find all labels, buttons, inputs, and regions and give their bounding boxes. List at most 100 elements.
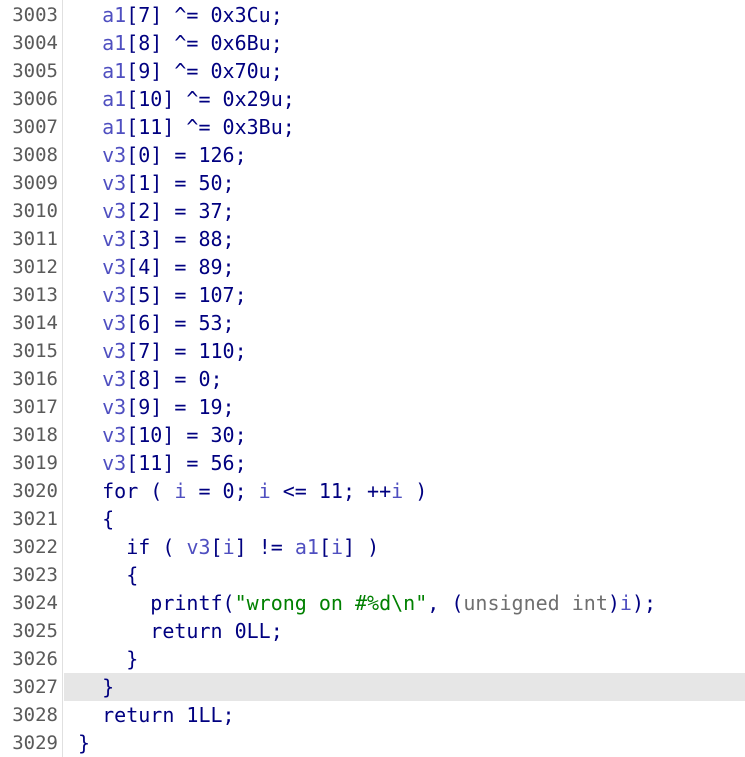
code-token: v3 [102,451,127,475]
code-line[interactable]: 3008 v3[0] = 126; [0,141,745,169]
code-token: [9] ^= 0x70u; [126,59,283,83]
line-number: 3029 [12,732,58,754]
code-line[interactable]: 3004 a1[8] ^= 0x6Bu; [0,29,745,57]
line-number: 3013 [12,284,58,306]
code-token: v3 [102,255,127,279]
code-token: a1 [102,31,127,55]
code-text: v3[10] = 30; [64,421,745,449]
code-text: return 1LL; [64,701,745,729]
code-token: ] ) [343,535,380,559]
code-token: a1 [102,115,127,139]
code-token: [3] = 88; [126,227,235,251]
code-line[interactable]: 3023 { [0,561,745,589]
code-line[interactable]: 3011 v3[3] = 88; [0,225,745,253]
code-token: i [258,479,271,503]
code-token: i [619,591,632,615]
line-number: 3009 [12,172,58,194]
code-token: a1 [102,87,127,111]
code-token: ) [403,479,428,503]
code-line[interactable]: 3022 if ( v3[i] != a1[i] ) [0,533,745,561]
code-line[interactable]: 3026 } [0,645,745,673]
code-line[interactable]: 3027 } [0,673,745,701]
code-token: [4] = 89; [126,255,235,279]
code-line[interactable]: 3010 v3[2] = 37; [0,197,745,225]
code-text: a1[11] ^= 0x3Bu; [64,113,745,141]
code-token: [10] ^= 0x29u; [126,87,295,111]
code-text: a1[8] ^= 0x6Bu; [64,29,745,57]
code-token: [11] = 56; [126,451,247,475]
line-number: 3015 [12,340,58,362]
code-token: { [126,563,139,587]
code-line[interactable]: 3003 a1[7] ^= 0x3Cu; [0,1,745,29]
code-text: v3[5] = 107; [64,281,745,309]
code-token: [ [318,535,331,559]
code-line[interactable]: 3029 } [0,729,745,757]
code-token: [0] = 126; [126,143,247,167]
code-editor[interactable]: 3003 a1[7] ^= 0x3Cu; 3004 a1[8] ^= 0x6Bu;… [0,0,745,757]
code-line[interactable]: 3021 { [0,505,745,533]
code-token: v3 [102,311,127,335]
code-token: v3 [102,171,127,195]
line-number: 3019 [12,452,58,474]
line-number: 3010 [12,200,58,222]
line-number: 3016 [12,368,58,390]
code-token: [7] = 110; [126,339,247,363]
code-text: v3[1] = 50; [64,169,745,197]
line-number: 3028 [12,704,58,726]
code-line[interactable]: 3013 v3[5] = 107; [0,281,745,309]
code-token: ] != [234,535,295,559]
line-number: 3008 [12,144,58,166]
line-number: 3004 [12,32,58,54]
line-number: 3006 [12,88,58,110]
code-token: i [391,479,404,503]
code-token: } [102,675,115,699]
code-line[interactable]: 3025 return 0LL; [0,617,745,645]
code-line[interactable]: 3005 a1[9] ^= 0x70u; [0,57,745,85]
code-text: a1[7] ^= 0x3Cu; [64,1,745,29]
line-number: 3007 [12,116,58,138]
code-line[interactable]: 3009 v3[1] = 50; [0,169,745,197]
code-text: if ( v3[i] != a1[i] ) [64,533,745,561]
code-text: return 0LL; [64,617,745,645]
code-line[interactable]: 3020 for ( i = 0; i <= 11; ++i ) [0,477,745,505]
code-token: if ( [126,535,187,559]
code-line[interactable]: 3007 a1[11] ^= 0x3Bu; [0,113,745,141]
line-number: 3020 [12,480,58,502]
code-token: v3 [102,227,127,251]
code-token: return 1LL; [102,703,235,727]
code-token: { [102,507,115,531]
code-line[interactable]: 3028 return 1LL; [0,701,745,729]
code-text: a1[10] ^= 0x29u; [64,85,745,113]
line-number: 3005 [12,60,58,82]
code-token: v3 [102,339,127,363]
code-line[interactable]: 3018 v3[10] = 30; [0,421,745,449]
code-line[interactable]: 3012 v3[4] = 89; [0,253,745,281]
code-token: [ [210,535,223,559]
code-line[interactable]: 3006 a1[10] ^= 0x29u; [0,85,745,113]
code-line[interactable]: 3017 v3[9] = 19; [0,393,745,421]
code-token: a1 [102,59,127,83]
code-token: a1 [294,535,319,559]
code-token: printf( [150,591,235,615]
code-token: v3 [186,535,211,559]
code-token: unsigned int [463,591,608,615]
code-token: [8] ^= 0x6Bu; [126,31,283,55]
code-token: v3 [102,199,127,223]
code-text: } [64,729,745,757]
code-text: a1[9] ^= 0x70u; [64,57,745,85]
code-text: for ( i = 0; i <= 11; ++i ) [64,477,745,505]
code-text: { [64,561,745,589]
code-text: } [64,673,745,701]
code-line[interactable]: 3016 v3[8] = 0; [0,365,745,393]
code-line[interactable]: 3019 v3[11] = 56; [0,449,745,477]
code-token: = 0; [186,479,259,503]
code-token: <= 11; ++ [270,479,392,503]
line-number: 3011 [12,228,58,250]
code-token: i [330,535,344,559]
code-line[interactable]: 3014 v3[6] = 53; [0,309,745,337]
code-line[interactable]: 3024 printf("wrong on #%d\n", (unsigned … [0,589,745,617]
line-number: 3021 [12,508,58,530]
code-line[interactable]: 3015 v3[7] = 110; [0,337,745,365]
code-token: "wrong on #%d\n" [234,591,428,615]
code-token: v3 [102,143,127,167]
